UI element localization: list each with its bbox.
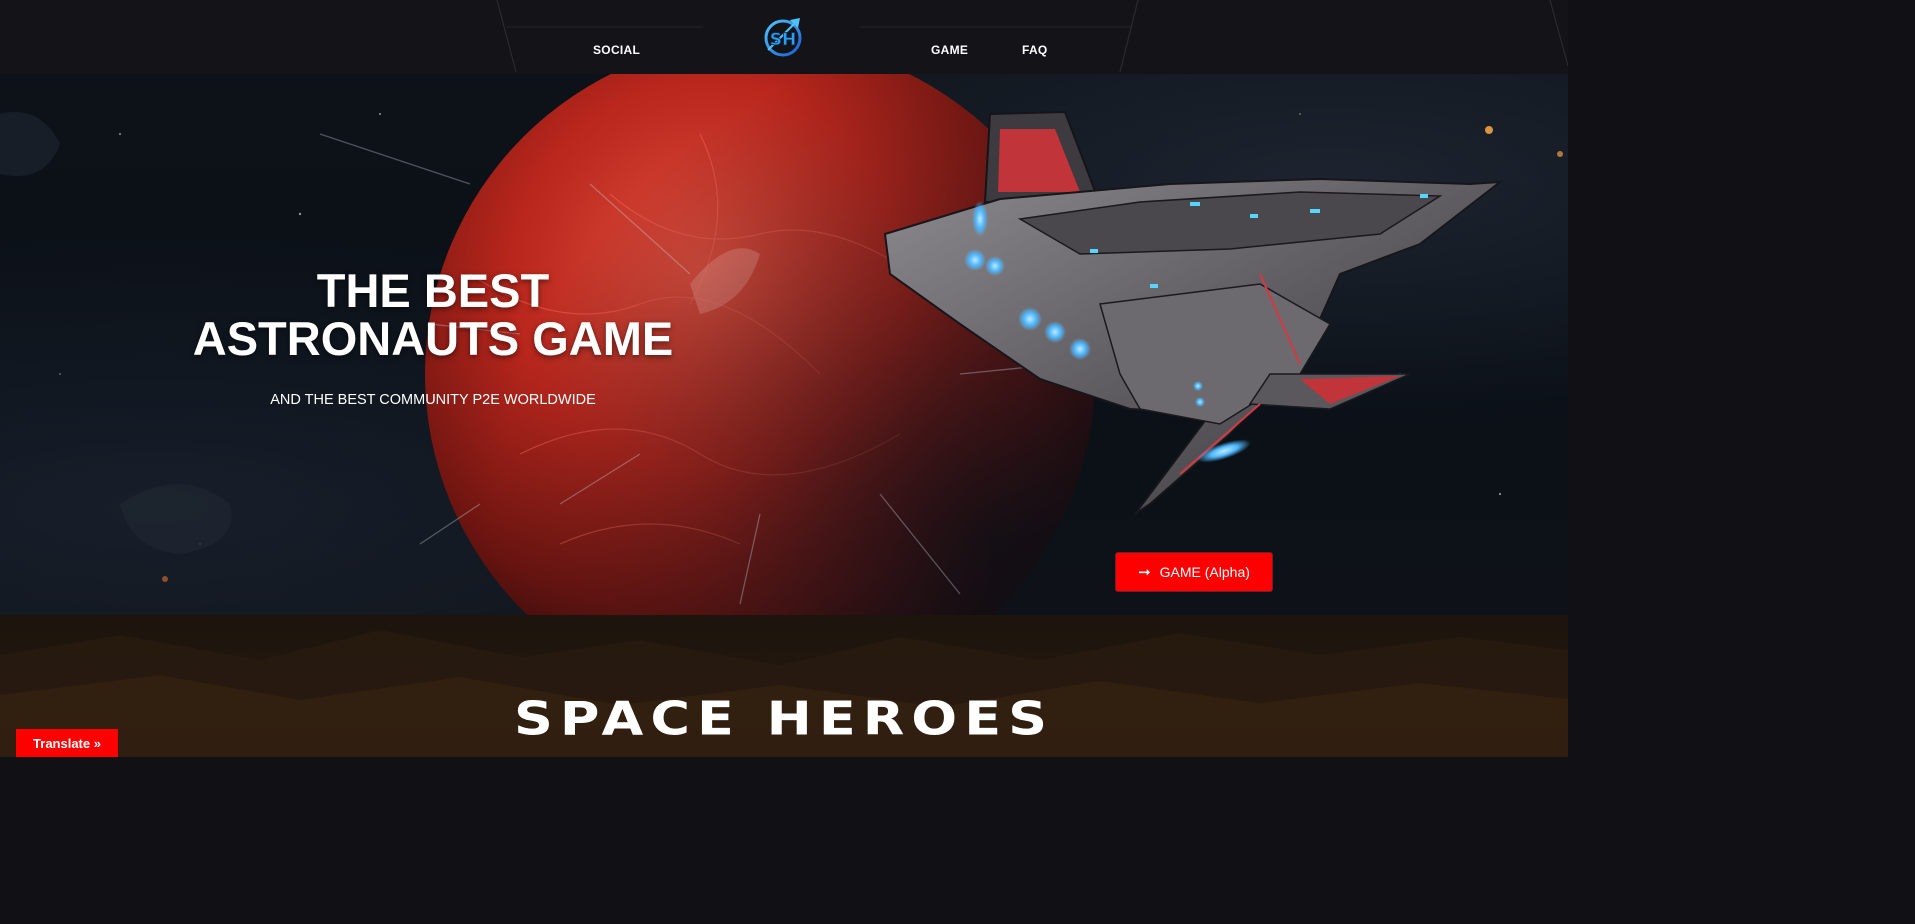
hero-title: THE BEST ASTRONAUTS GAME	[133, 267, 733, 363]
site-logo[interactable]: SH	[760, 14, 806, 60]
page: SOCIAL SH GAME FAQ THE BEST ASTRONAUTS G…	[0, 0, 1568, 757]
space-heroes-section: SPACE HEROES	[0, 615, 1568, 757]
hero-banner: THE BEST ASTRONAUTS GAME AND THE BEST CO…	[0, 74, 1568, 615]
top-navigation: SOCIAL SH GAME FAQ	[0, 0, 1568, 74]
nav-link-social[interactable]: SOCIAL	[593, 43, 640, 57]
game-alpha-button-label: GAME (Alpha)	[1159, 564, 1250, 580]
game-alpha-button[interactable]: ➞ GAME (Alpha)	[1116, 553, 1272, 591]
space-heroes-title: SPACE HEROES	[514, 691, 1054, 746]
translate-button[interactable]: Translate »	[16, 729, 118, 757]
arrow-right-icon: ➞	[1138, 563, 1151, 581]
hero-subtitle: AND THE BEST COMMUNITY P2E WORLDWIDE	[270, 392, 596, 408]
hero-title-line-2: ASTRONAUTS GAME	[192, 312, 674, 365]
nav-link-faq[interactable]: FAQ	[1022, 43, 1048, 57]
nav-link-game[interactable]: GAME	[931, 43, 968, 57]
hero-title-line-1: THE BEST	[316, 264, 550, 317]
space-heroes-logo-icon: SH	[764, 18, 802, 57]
distant-light	[1485, 126, 1493, 134]
svg-text:SH: SH	[770, 30, 796, 50]
